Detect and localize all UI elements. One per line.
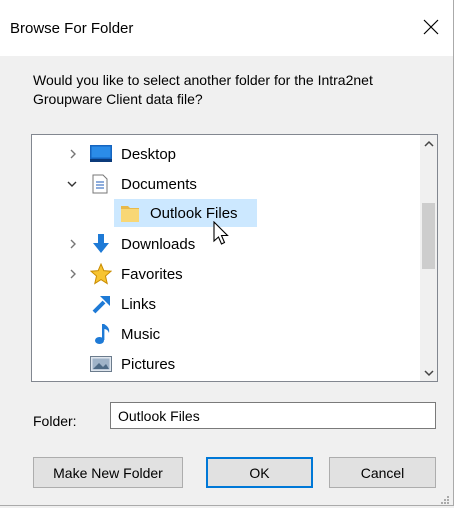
tree-item-downloads[interactable]: Downloads (32, 230, 210, 258)
tree-vertical-scrollbar[interactable] (420, 135, 437, 381)
scroll-down-button[interactable] (420, 364, 437, 381)
title-bar[interactable]: Browse For Folder (0, 0, 453, 56)
close-button[interactable] (413, 9, 449, 45)
ok-button[interactable]: OK (206, 457, 313, 488)
pictures-icon (90, 356, 112, 375)
resize-grip-icon[interactable] (440, 492, 450, 504)
favorites-star-icon (89, 262, 113, 288)
tree-item-favorites[interactable]: Favorites (32, 260, 420, 288)
folder-field-label: Folder: (33, 413, 77, 429)
tree-item-music[interactable]: Music (32, 320, 420, 348)
dialog-title: Browse For Folder (10, 20, 134, 37)
tree-item-label: Pictures (121, 355, 176, 373)
tree-item-documents[interactable]: Documents (32, 170, 420, 198)
mouse-cursor-icon (212, 220, 232, 250)
desktop-icon (90, 145, 112, 166)
chevron-down-icon[interactable] (65, 177, 79, 191)
tree-item-label: Documents (121, 175, 197, 193)
tree-item-label: Music (121, 325, 161, 343)
tree-item-desktop[interactable]: Desktop (32, 140, 420, 168)
tree-item-pictures[interactable]: Pictures (32, 350, 420, 378)
tree-item-label: Favorites (121, 265, 183, 283)
folder-icon (120, 203, 140, 226)
music-note-icon (92, 323, 112, 348)
downloads-icon (90, 233, 112, 258)
chevron-right-icon[interactable] (66, 267, 80, 281)
close-icon (423, 19, 439, 35)
documents-icon (92, 174, 108, 197)
folder-name-input[interactable] (110, 402, 436, 429)
tree-item-label: Downloads (121, 235, 196, 253)
links-icon (92, 294, 112, 317)
tree-item-outlook-files[interactable]: Outlook Files (114, 199, 257, 227)
tree-item-links[interactable]: Links (32, 290, 420, 318)
chevron-right-icon[interactable] (66, 237, 80, 251)
dialog-prompt: Would you like to select another folder … (33, 72, 373, 107)
chevron-up-icon (423, 140, 434, 147)
folder-tree[interactable]: Desktop Documents Outlook Files Download… (31, 134, 438, 382)
scroll-up-button[interactable] (420, 135, 437, 152)
chevron-down-icon (423, 369, 434, 376)
tree-item-label: Links (121, 295, 157, 313)
make-new-folder-button[interactable]: Make New Folder (33, 457, 183, 488)
chevron-right-icon[interactable] (66, 147, 80, 161)
browse-for-folder-dialog: Browse For Folder Would you like to sele… (0, 0, 454, 506)
tree-item-label: Desktop (121, 145, 177, 163)
tree-item-label: Outlook Files (150, 204, 238, 222)
cancel-button[interactable]: Cancel (329, 457, 436, 488)
scrollbar-thumb[interactable] (422, 203, 435, 269)
